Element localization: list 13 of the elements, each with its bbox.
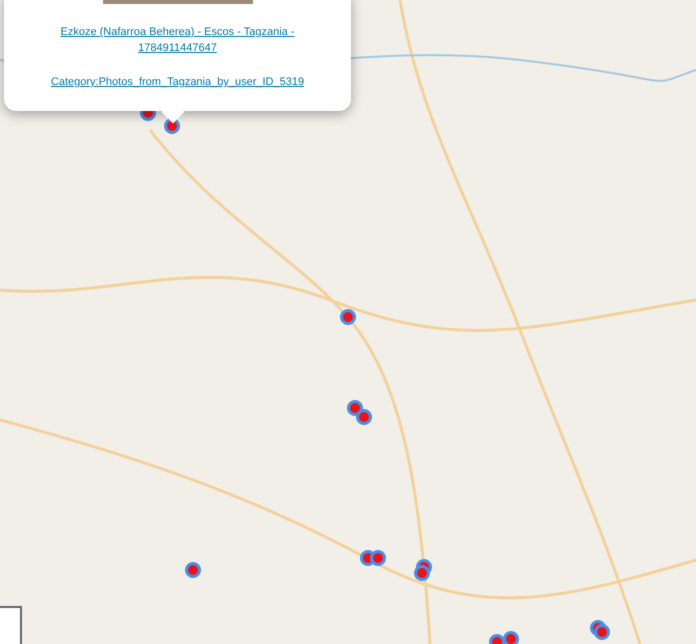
map-marker[interactable] [370,550,386,566]
map-marker[interactable] [356,409,372,425]
map-marker[interactable] [594,624,610,640]
map-marker[interactable] [340,309,356,325]
map-marker[interactable] [503,631,519,644]
map-marker[interactable] [347,400,363,416]
scale-bar [0,606,22,644]
map-tile[interactable]: Ezkoze (Nafarroa Beherea) - Escos - Tagzania - 1784911447647 Category:Photos_from_Tagzania_by_user_ID_5319 [0,0,696,644]
popup-link[interactable]: Category:Photos_from_Tagzania_by_user_ID_5319 [50,74,304,90]
map-marker[interactable] [414,565,430,581]
map-marker[interactable] [164,118,180,134]
map-marker[interactable] [185,562,201,578]
popup-link[interactable]: Ezkoze (Nafarroa Beherea) - Escos - Tagzania - 1784911447647 [44,24,311,56]
